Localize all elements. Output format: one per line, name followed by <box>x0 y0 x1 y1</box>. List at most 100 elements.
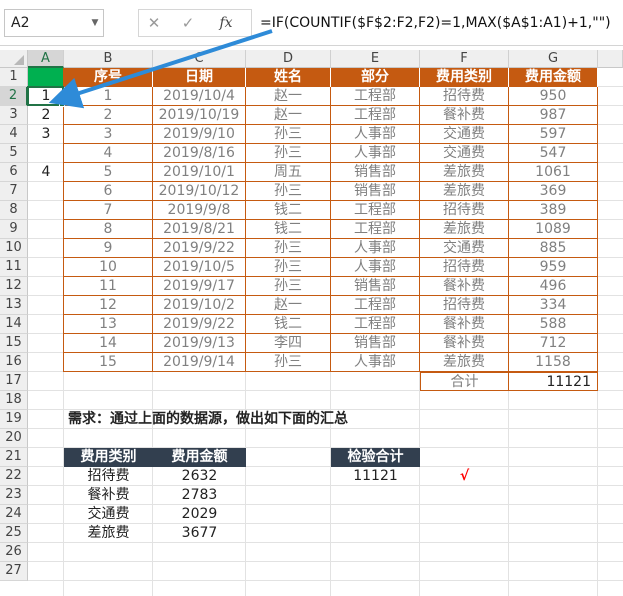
table-cell[interactable]: 8 <box>64 220 153 239</box>
table-cell[interactable]: 2019/9/22 <box>153 315 246 334</box>
table-cell[interactable]: 6 <box>64 182 153 201</box>
table-cell[interactable]: 2019/10/4 <box>153 87 246 106</box>
table-cell[interactable]: 孙三 <box>246 277 331 296</box>
table-cell[interactable]: 招待费 <box>420 87 509 106</box>
table-cell[interactable]: 14 <box>64 334 153 353</box>
helper-cell[interactable]: 2 <box>28 106 64 125</box>
row-header-21[interactable]: 21 <box>0 448 28 467</box>
row-header-20[interactable]: 20 <box>0 429 28 448</box>
table-cell[interactable]: 交通费 <box>420 239 509 258</box>
summary-cell[interactable]: 招待费 <box>64 467 153 486</box>
table-cell[interactable]: 3 <box>64 125 153 144</box>
row-header-14[interactable]: 14 <box>0 315 28 334</box>
table-cell[interactable]: 招待费 <box>420 258 509 277</box>
summary-cell[interactable]: 差旅费 <box>64 524 153 543</box>
table-cell[interactable]: 孙三 <box>246 144 331 163</box>
table-cell[interactable]: 2019/8/21 <box>153 220 246 239</box>
table-header-cell[interactable]: 费用类别 <box>420 68 509 87</box>
formula-input[interactable]: =IF(COUNTIF($F$2:F2,F2)=1,MAX($A$1:A1)+1… <box>258 9 623 37</box>
table-cell[interactable]: 差旅费 <box>420 163 509 182</box>
row-header-27[interactable]: 27 <box>0 562 28 581</box>
table-cell[interactable]: 10 <box>64 258 153 277</box>
table-cell[interactable]: 2019/9/14 <box>153 353 246 372</box>
table-cell[interactable]: 人事部 <box>331 144 420 163</box>
fill-handle[interactable] <box>59 101 65 107</box>
table-cell[interactable]: 赵一 <box>246 296 331 315</box>
table-cell[interactable]: 人事部 <box>331 353 420 372</box>
row-header-1[interactable]: 1 <box>0 68 28 87</box>
table-cell[interactable]: 工程部 <box>331 296 420 315</box>
table-cell[interactable]: 人事部 <box>331 125 420 144</box>
summary-cell[interactable]: 餐补费 <box>64 486 153 505</box>
table-cell[interactable]: 7 <box>64 201 153 220</box>
table-cell[interactable]: 2019/10/12 <box>153 182 246 201</box>
total-value[interactable]: 11121 <box>509 372 598 391</box>
row-header-8[interactable]: 8 <box>0 201 28 220</box>
table-cell[interactable]: 885 <box>509 239 598 258</box>
table-cell[interactable]: 销售部 <box>331 277 420 296</box>
row-header-2[interactable]: 2 <box>0 87 28 106</box>
table-cell[interactable]: 959 <box>509 258 598 277</box>
table-cell[interactable]: 工程部 <box>331 106 420 125</box>
summary-cell[interactable]: 交通费 <box>64 505 153 524</box>
table-cell[interactable]: 孙三 <box>246 239 331 258</box>
row-header-22[interactable]: 22 <box>0 467 28 486</box>
table-cell[interactable]: 1061 <box>509 163 598 182</box>
table-cell[interactable]: 李四 <box>246 334 331 353</box>
table-cell[interactable]: 人事部 <box>331 258 420 277</box>
table-cell[interactable]: 餐补费 <box>420 277 509 296</box>
table-cell[interactable]: 712 <box>509 334 598 353</box>
table-cell[interactable]: 交通费 <box>420 125 509 144</box>
insert-function-icon[interactable]: fx <box>214 9 238 37</box>
table-cell[interactable]: 13 <box>64 315 153 334</box>
table-cell[interactable]: 11 <box>64 277 153 296</box>
column-header-g[interactable]: G <box>509 50 598 68</box>
table-cell[interactable]: 389 <box>509 201 598 220</box>
table-cell[interactable]: 1089 <box>509 220 598 239</box>
summary-header-cell[interactable]: 费用类别 <box>64 448 153 467</box>
table-cell[interactable]: 餐补费 <box>420 106 509 125</box>
table-cell[interactable]: 餐补费 <box>420 315 509 334</box>
column-header-c[interactable]: C <box>153 50 246 68</box>
table-cell[interactable]: 招待费 <box>420 296 509 315</box>
table-cell[interactable]: 369 <box>509 182 598 201</box>
row-header-23[interactable]: 23 <box>0 486 28 505</box>
row-header-11[interactable]: 11 <box>0 258 28 277</box>
table-cell[interactable]: 工程部 <box>331 220 420 239</box>
row-header-13[interactable]: 13 <box>0 296 28 315</box>
table-cell[interactable]: 15 <box>64 353 153 372</box>
table-cell[interactable]: 987 <box>509 106 598 125</box>
table-cell[interactable]: 9 <box>64 239 153 258</box>
table-header-cell[interactable]: 序号 <box>64 68 153 87</box>
table-header-cell[interactable]: 费用金额 <box>509 68 598 87</box>
table-header-cell[interactable]: 姓名 <box>246 68 331 87</box>
row-header-5[interactable]: 5 <box>0 144 28 163</box>
row-header-7[interactable]: 7 <box>0 182 28 201</box>
table-cell[interactable]: 钱二 <box>246 220 331 239</box>
column-header-a[interactable]: A <box>28 50 64 68</box>
row-header-25[interactable]: 25 <box>0 524 28 543</box>
cell-a1-fill[interactable] <box>28 68 64 87</box>
row-header-12[interactable]: 12 <box>0 277 28 296</box>
table-header-cell[interactable]: 日期 <box>153 68 246 87</box>
summary-cell[interactable]: 2632 <box>153 467 246 486</box>
check-header[interactable]: 检验合计 <box>331 448 420 467</box>
table-cell[interactable]: 人事部 <box>331 239 420 258</box>
table-cell[interactable]: 差旅费 <box>420 220 509 239</box>
table-cell[interactable]: 孙三 <box>246 182 331 201</box>
table-cell[interactable]: 孙三 <box>246 125 331 144</box>
check-value[interactable]: 11121 <box>331 467 420 486</box>
total-label[interactable]: 合计 <box>420 372 509 391</box>
summary-cell[interactable]: 2783 <box>153 486 246 505</box>
row-header-19[interactable]: 19 <box>0 410 28 429</box>
row-header-9[interactable]: 9 <box>0 220 28 239</box>
summary-header-cell[interactable]: 费用金额 <box>153 448 246 467</box>
table-cell[interactable]: 孙三 <box>246 353 331 372</box>
summary-cell[interactable]: 3677 <box>153 524 246 543</box>
table-cell[interactable]: 2019/9/22 <box>153 239 246 258</box>
column-header-e[interactable]: E <box>331 50 420 68</box>
table-cell[interactable]: 2019/10/1 <box>153 163 246 182</box>
table-cell[interactable]: 餐补费 <box>420 334 509 353</box>
table-cell[interactable]: 2019/9/10 <box>153 125 246 144</box>
row-header-26[interactable]: 26 <box>0 543 28 562</box>
